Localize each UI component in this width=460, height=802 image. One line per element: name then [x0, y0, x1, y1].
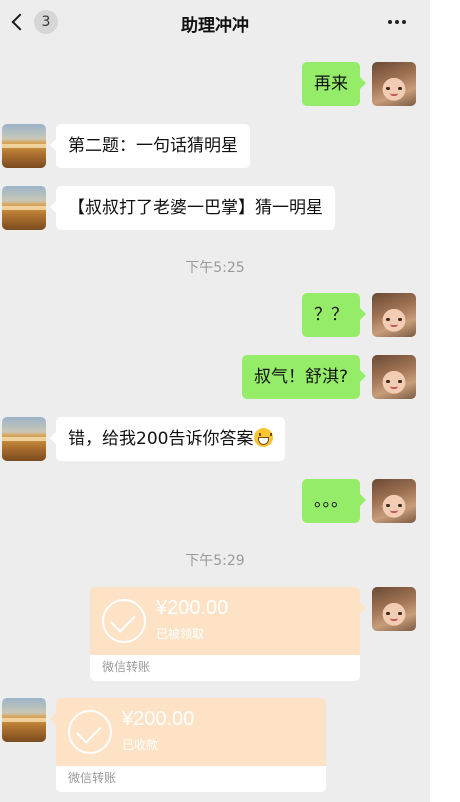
avatar-contact[interactable]: [2, 186, 46, 230]
grinning-face-emoji: [254, 428, 274, 447]
avatar-self[interactable]: [372, 355, 416, 399]
message-bubble-outgoing[interactable]: ？？: [302, 293, 366, 337]
message-bubble-outgoing[interactable]: 。。。: [302, 479, 366, 523]
check-circle-icon: [102, 599, 146, 643]
transfer-amount: ¥200.00: [156, 597, 229, 619]
avatar-contact[interactable]: [2, 698, 46, 742]
timestamp: 下午5:25: [185, 260, 245, 276]
message-text: 错，给我200告诉你答案: [68, 429, 254, 449]
avatar-contact[interactable]: [2, 124, 46, 168]
transfer-status: 已收款: [122, 738, 159, 752]
message-bubble-incoming[interactable]: 第二题：一句话猜明星: [50, 124, 250, 168]
avatar-self[interactable]: [372, 587, 416, 631]
message-bubble-outgoing[interactable]: 叔气！舒淇?: [241, 355, 367, 399]
avatar-self[interactable]: [372, 62, 416, 106]
timestamp: 下午5:29: [185, 553, 245, 569]
more-dots-icon[interactable]: [388, 14, 406, 30]
message-bubble-incoming[interactable]: 【叔叔打了老婆一巴掌】猜一明星: [50, 186, 335, 230]
avatar-contact[interactable]: [2, 417, 46, 461]
message-bubble-incoming[interactable]: 错，给我200告诉你答案: [49, 417, 286, 461]
chat-title: 助理冲冲: [181, 16, 249, 36]
chat-screen: 3 助理冲冲 再来 第二题：一句话猜明星 【叔叔打了老婆一巴掌】猜一明星 下午5…: [0, 0, 430, 802]
avatar-self[interactable]: [372, 479, 416, 523]
transfer-card-body: ¥200.00 已被领取: [90, 587, 360, 655]
transfer-label: 微信转账: [68, 771, 117, 785]
transfer-card-outgoing[interactable]: ¥200.00 已被领取 微信转账: [90, 587, 360, 681]
chat-header: 3 助理冲冲: [0, 0, 430, 44]
transfer-amount: ¥200.00: [122, 708, 195, 730]
bubble-tail: [360, 602, 366, 614]
message-bubble-outgoing[interactable]: 再来: [302, 62, 366, 106]
transfer-card-body: ¥200.00 已收款: [56, 698, 326, 766]
avatar-self[interactable]: [372, 293, 416, 337]
bubble-tail: [50, 713, 56, 725]
transfer-card-incoming[interactable]: ¥200.00 已收款 微信转账: [56, 698, 326, 792]
transfer-status: 已被领取: [156, 627, 205, 641]
transfer-label: 微信转账: [102, 660, 151, 674]
check-circle-icon: [68, 710, 112, 754]
